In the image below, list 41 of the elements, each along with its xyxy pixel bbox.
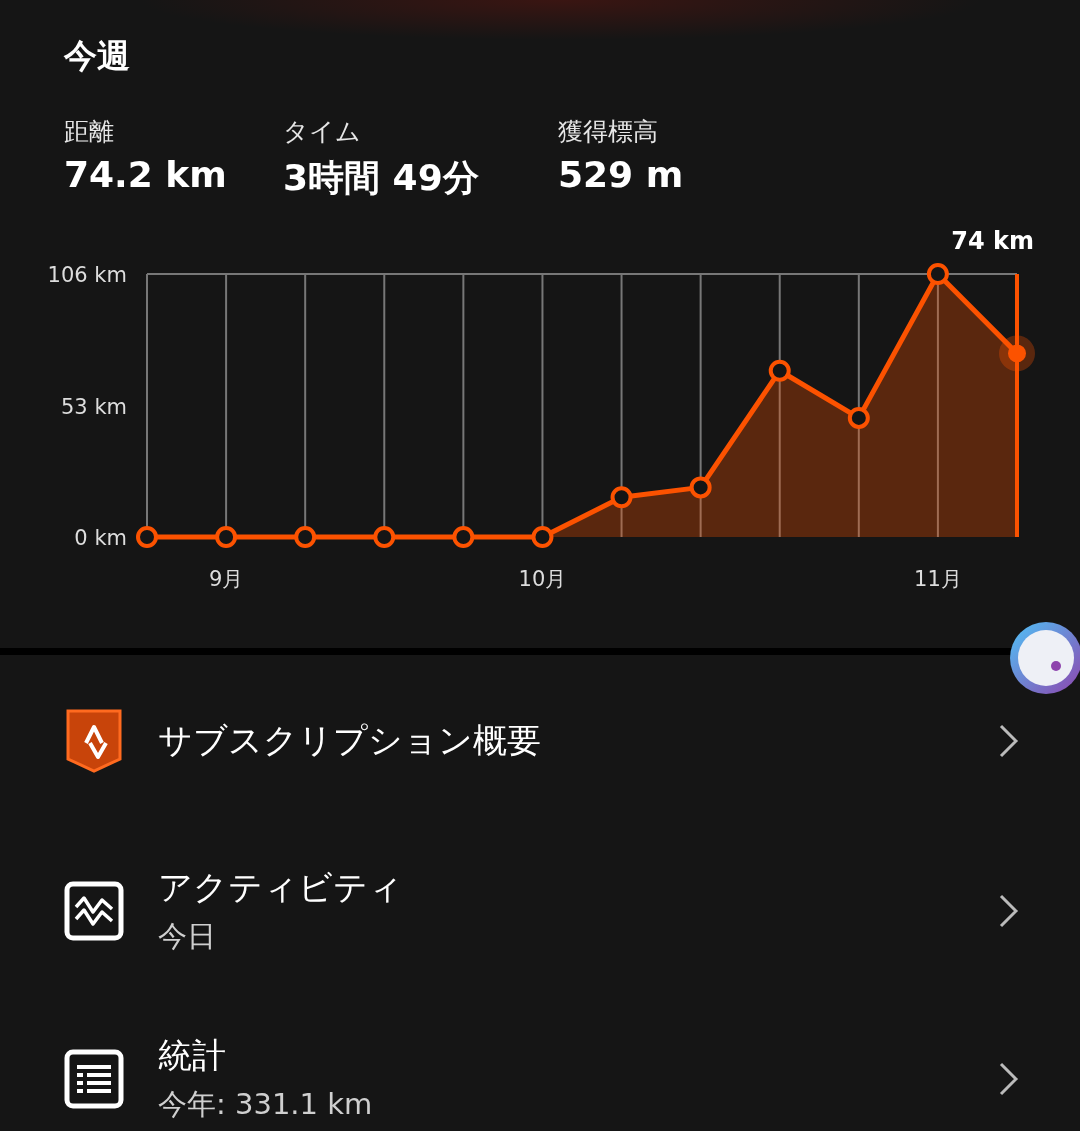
- menu-item[interactable]: 統計 今年: 331.1 km: [0, 995, 1080, 1131]
- menu-item-title: 統計: [158, 1034, 226, 1077]
- stat-label: 獲得標高: [558, 116, 658, 148]
- stat-value: 74.2 km: [64, 154, 227, 195]
- data-point[interactable]: [689, 476, 712, 499]
- stat-label: タイム: [283, 116, 361, 148]
- data-point[interactable]: [294, 526, 317, 548]
- data-point[interactable]: [610, 486, 633, 509]
- chevron-icon: [998, 1061, 1020, 1097]
- data-point[interactable]: [847, 406, 870, 429]
- axis-label: 0 km: [74, 526, 127, 550]
- data-point[interactable]: [452, 526, 475, 548]
- data-point[interactable]: [768, 359, 791, 382]
- chevron-icon: [998, 893, 1020, 929]
- menu-item[interactable]: サブスクリプション概要: [0, 655, 1080, 827]
- data-point[interactable]: [215, 526, 238, 548]
- data-point[interactable]: [136, 526, 158, 548]
- shield-logo-icon: [64, 709, 124, 773]
- selected-data-point[interactable]: [999, 335, 1035, 372]
- axis-label: 11月: [914, 567, 962, 591]
- axis-label: 53 km: [61, 394, 127, 419]
- value-label: 74 km: [951, 227, 1034, 255]
- chevron-icon: [998, 723, 1020, 759]
- list-icon: [64, 1047, 124, 1111]
- menu-item[interactable]: アクティビティ 今日: [0, 827, 1080, 995]
- menu-item-title: サブスクリプション概要: [158, 719, 541, 762]
- stat-label: 距離: [64, 116, 114, 148]
- axis-label: 10月: [518, 567, 567, 591]
- section-title: 今週: [64, 35, 130, 77]
- data-point[interactable]: [531, 526, 554, 548]
- menu-item-subtitle: 今年: 331.1 km: [158, 1086, 373, 1123]
- axis-label: 9月: [208, 567, 244, 591]
- activity-chart-icon: [64, 879, 124, 943]
- stat-value: 3時間 49分: [283, 156, 479, 200]
- menu-item-title: アクティビティ: [158, 866, 403, 909]
- axis-label: 106 km: [47, 263, 127, 287]
- floating-button-icon[interactable]: [1008, 620, 1080, 696]
- menu-item-subtitle: 今日: [158, 918, 216, 955]
- stat-value: 529 m: [558, 154, 684, 195]
- data-point[interactable]: [373, 526, 396, 548]
- data-point[interactable]: [926, 263, 949, 285]
